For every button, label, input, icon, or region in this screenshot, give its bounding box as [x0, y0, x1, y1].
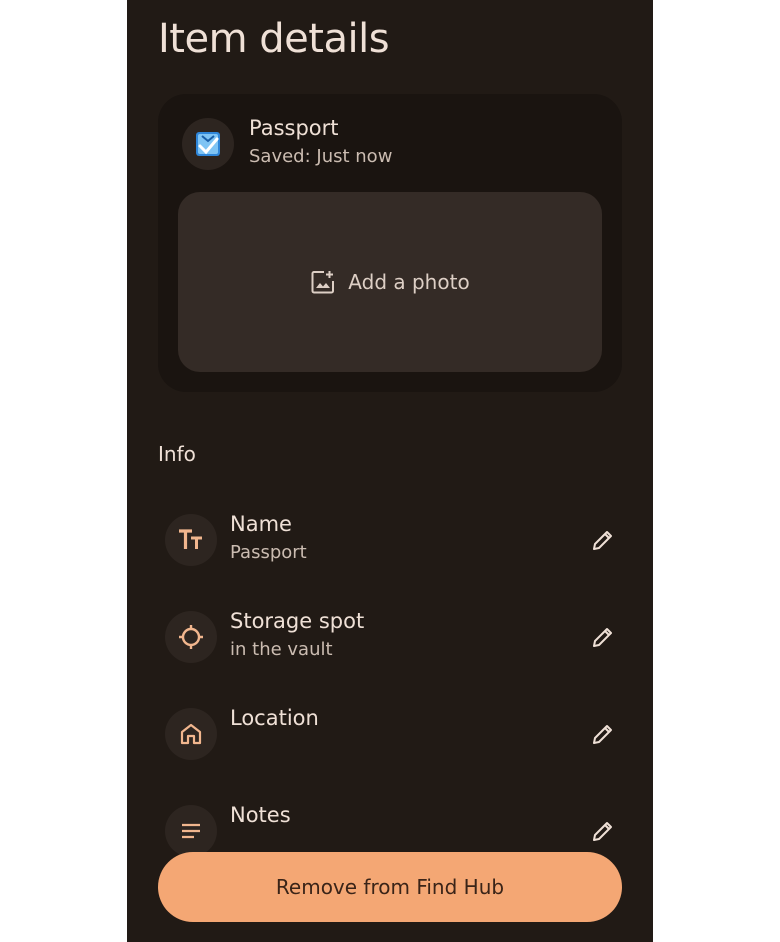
info-row-value: Passport — [230, 542, 307, 563]
info-icon-container — [165, 805, 217, 857]
item-avatar — [182, 118, 234, 170]
add-photo-label: Add a photo — [348, 270, 470, 294]
info-icon-container — [165, 514, 217, 566]
info-row-name[interactable]: Name Passport — [127, 504, 653, 594]
pencil-icon — [593, 628, 612, 647]
pencil-icon — [593, 822, 612, 841]
target-icon — [179, 625, 203, 649]
info-row-location[interactable]: Location — [127, 698, 653, 788]
item-card: Passport Saved: Just now Add a photo — [158, 94, 622, 392]
pencil-icon — [593, 531, 612, 550]
edit-storage-spot-button[interactable] — [585, 619, 621, 655]
info-heading: Info — [158, 442, 196, 466]
info-icon-container — [165, 611, 217, 663]
info-row-value: in the vault — [230, 639, 333, 660]
edit-name-button[interactable] — [585, 522, 621, 558]
edit-location-button[interactable] — [585, 716, 621, 752]
text-format-icon — [179, 529, 202, 549]
add-photo-icon — [311, 271, 335, 294]
passport-icon — [196, 132, 220, 156]
info-icon-container — [165, 708, 217, 760]
home-icon — [180, 723, 202, 745]
info-row-title: Location — [230, 706, 319, 730]
pencil-icon — [593, 725, 612, 744]
info-row-title: Notes — [230, 803, 291, 827]
remove-from-find-hub-button[interactable]: Remove from Find Hub — [158, 852, 622, 922]
info-row-title: Name — [230, 512, 292, 536]
edit-notes-button[interactable] — [585, 813, 621, 849]
page-title: Item details — [158, 16, 390, 62]
add-photo-button[interactable]: Add a photo — [178, 192, 602, 372]
screen: Item details Passport Saved: Just now Ad… — [127, 0, 653, 942]
info-row-title: Storage spot — [230, 609, 365, 633]
item-saved-status: Saved: Just now — [249, 146, 393, 167]
notes-icon — [182, 823, 200, 839]
item-name: Passport — [249, 116, 339, 140]
info-row-storage-spot[interactable]: Storage spot in the vault — [127, 601, 653, 691]
